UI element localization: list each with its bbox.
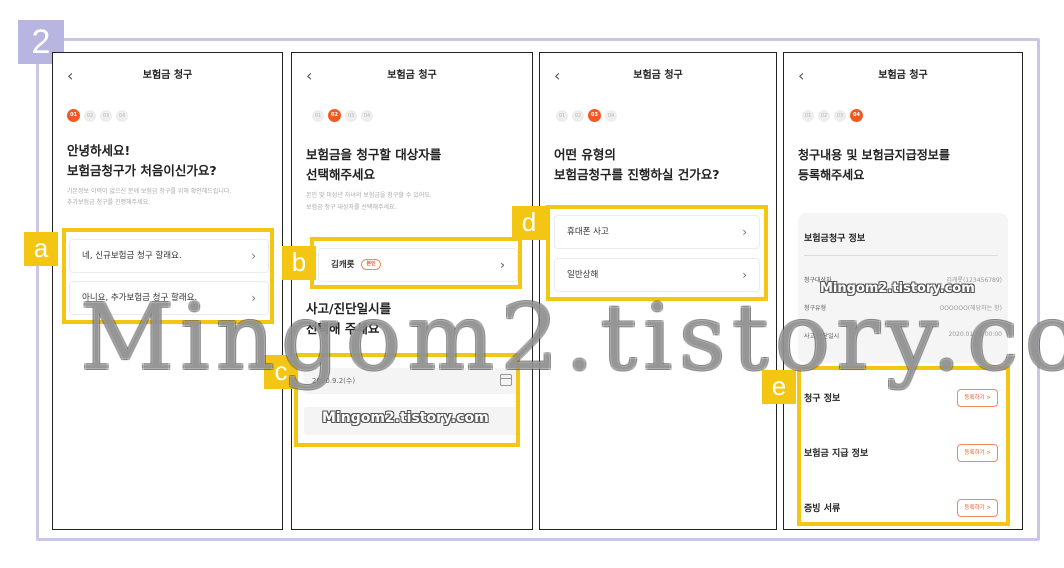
step-dot: 02: [84, 109, 96, 122]
highlight-label-a: a: [24, 232, 58, 266]
highlight-label-b: b: [282, 246, 316, 280]
heading-line-2: 보험금청구가 처음이신가요?: [67, 163, 217, 178]
step-dot: 04: [850, 109, 863, 122]
top-bar: ‹ 보험금 청구: [540, 65, 776, 87]
screen-title: 보험금 청구: [878, 70, 928, 81]
step-dot: 01: [556, 109, 568, 122]
step-dot: 02: [572, 109, 584, 122]
step-indicator: 01 02 03 04: [67, 109, 128, 122]
heading-line-2: 보험금청구를 진행하실 건가요?: [554, 167, 720, 182]
step-dot: 04: [361, 109, 373, 122]
step-dot: 02: [328, 109, 341, 122]
step-indicator: 01 02 03 04: [556, 109, 617, 122]
subtext-line-1: 본인 및 미성년 자녀의 보험금을 청구할 수 있어요.: [306, 192, 432, 199]
heading-line-2: 선택해주세요: [306, 167, 376, 182]
step-dot: 01: [802, 109, 814, 122]
claim-info-title: 보험금청구 정보: [804, 234, 866, 244]
watermark-screen-4: Mingom2.tistory.com: [820, 281, 975, 296]
step-dot: 04: [116, 109, 128, 122]
subtext-line-2: 보험금 청구 대상자를 선택해주세요.: [306, 204, 397, 211]
step-dot: 04: [605, 109, 617, 122]
top-bar: ‹ 보험금 청구: [53, 65, 282, 87]
step-dot: 01: [67, 109, 80, 122]
screen-title: 보험금 청구: [142, 70, 193, 81]
step-indicator: 01 02 03 04: [312, 109, 373, 122]
heading-line-1: 안녕하세요!: [67, 143, 131, 158]
top-bar: ‹ 보험금 청구: [784, 65, 1022, 87]
watermark-screen-2: Mingom2.tistory.com: [322, 410, 489, 426]
top-bar: ‹ 보험금 청구: [292, 65, 532, 87]
divider: [804, 255, 998, 256]
heading-line-1: 어떤 유형의: [554, 147, 616, 162]
step-indicator: 01 02 03 04: [802, 109, 863, 122]
background-watermark: Mingom2.tistory.com: [80, 284, 1064, 391]
step-dot: 03: [100, 109, 112, 122]
heading-line-1: 청구내용 및 보험금지급정보를: [798, 148, 950, 162]
highlight-box-b: [310, 237, 522, 289]
step-dot: 01: [312, 109, 324, 122]
step-dot: 03: [834, 109, 846, 122]
step-dot: 03: [345, 109, 357, 122]
heading-line-2: 등록해주세요: [798, 168, 865, 182]
screen-title: 보험금 청구: [633, 70, 683, 81]
screen-title: 보험금 청구: [387, 70, 437, 81]
step-dot: 03: [588, 109, 601, 122]
heading-line-1: 보험금을 청구할 대상자를: [306, 147, 442, 162]
subtext-line-1: 기본정보 이력이 없으신 분께 보험금 청구를 위해 확인해드립니다.: [67, 188, 232, 195]
step-dot: 02: [818, 109, 830, 122]
subtext-line-2: 추가보험금 청구를 진행해주세요.: [67, 199, 151, 206]
highlight-label-d: d: [512, 206, 546, 240]
